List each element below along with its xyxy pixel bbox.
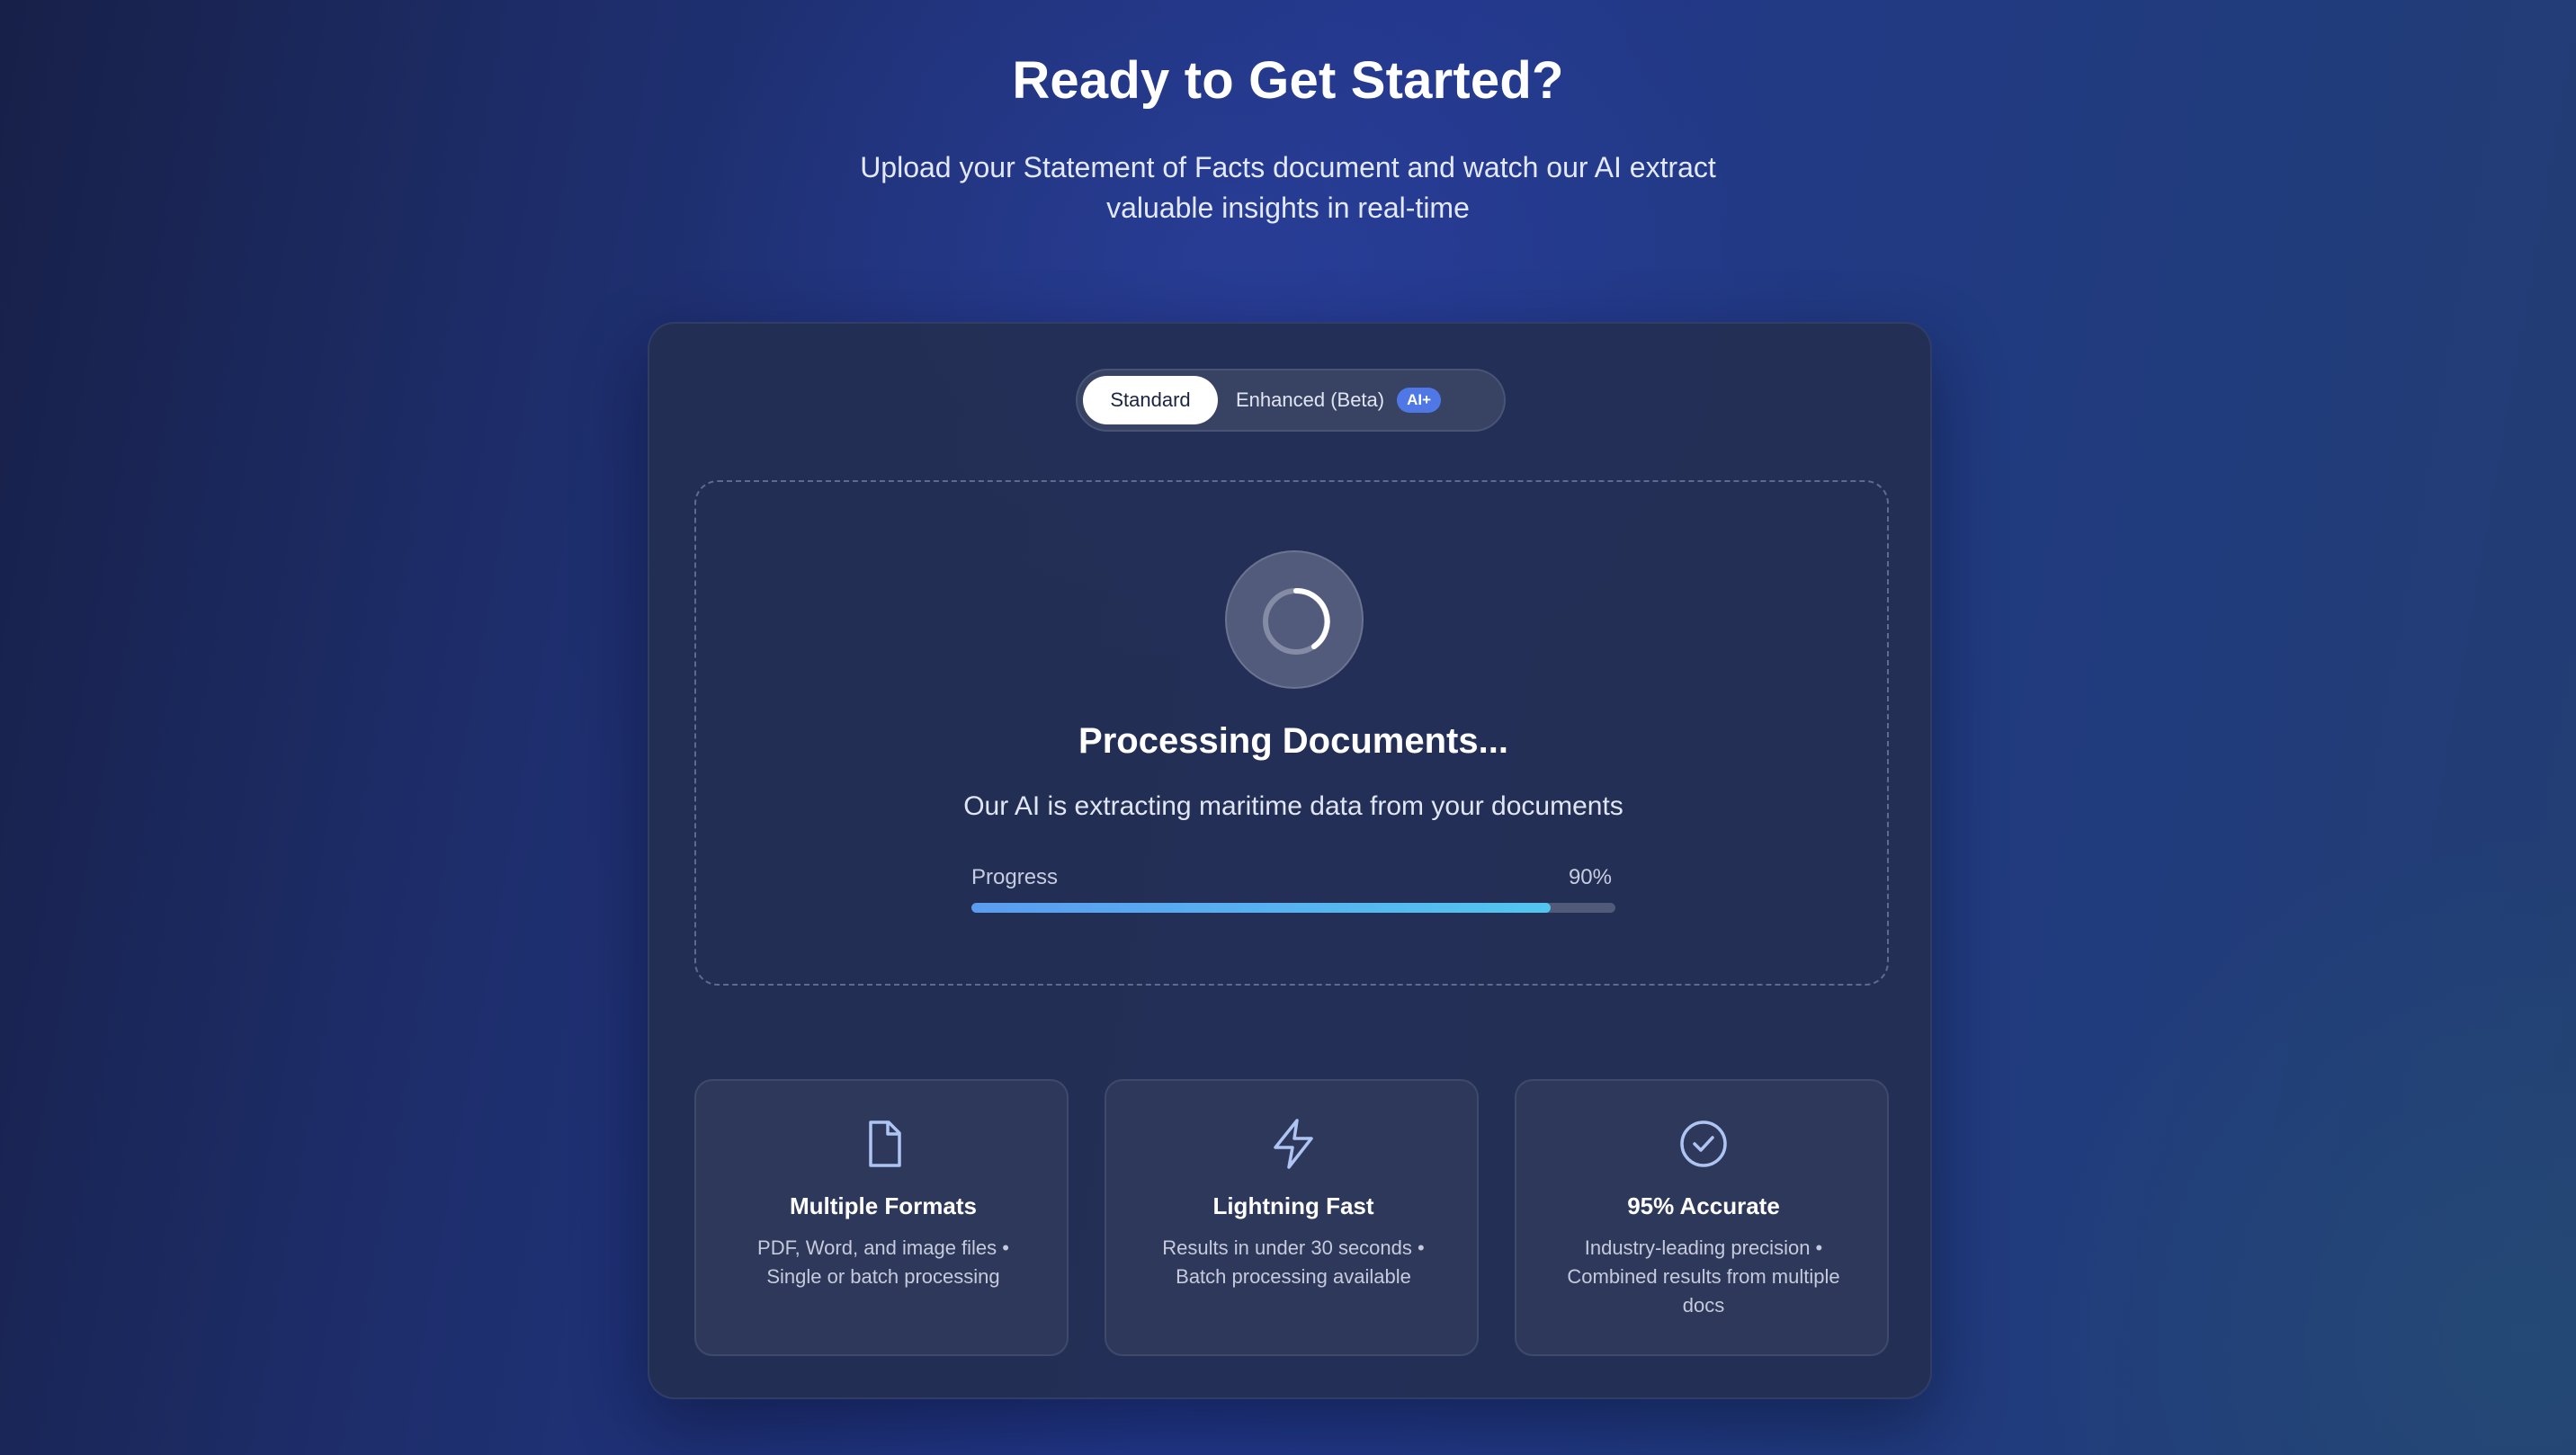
feature-description: Industry-leading precision • Combined re…: [1567, 1236, 1840, 1317]
enhanced-mode-label: Enhanced (Beta): [1236, 388, 1385, 411]
enhanced-mode-button[interactable]: Enhanced (Beta) AI+: [1236, 376, 1497, 424]
feature-title: Multiple Formats: [789, 1192, 977, 1219]
standard-mode-button[interactable]: Standard: [1083, 376, 1218, 424]
spinner-icon: [1263, 587, 1330, 655]
feature-title: Lightning Fast: [1212, 1192, 1374, 1219]
upload-card: Standard Enhanced (Beta) AI+ Processing …: [648, 322, 1932, 1399]
spinner-container: [1225, 550, 1364, 689]
feature-card-formats: Multiple Formats PDF, Word, and image fi…: [694, 1079, 1069, 1356]
progress-percent: 90%: [1568, 865, 1612, 889]
page-subtitle: Upload your Statement of Facts document …: [860, 151, 1716, 224]
progress-label: Progress: [971, 865, 1059, 889]
standard-mode-label: Standard: [1110, 388, 1191, 411]
feature-card-speed: Lightning Fast Results in under 30 secon…: [1105, 1079, 1479, 1356]
processing-title: Processing Documents...: [1078, 721, 1508, 761]
progress-bar: [971, 903, 1615, 913]
mode-toggle: Standard Enhanced (Beta) AI+: [1076, 369, 1506, 432]
progress-bar-fill: [971, 903, 1552, 913]
feature-description: Results in under 30 seconds • Batch proc…: [1162, 1236, 1425, 1288]
feature-title: 95% Accurate: [1627, 1192, 1780, 1219]
lightning-icon: [1274, 1119, 1313, 1169]
feature-description: PDF, Word, and image files • Single or b…: [757, 1236, 1009, 1288]
page-title: Ready to Get Started?: [1012, 51, 1564, 110]
upload-dropzone[interactable]: Processing Documents... Our AI is extrac…: [694, 480, 1889, 986]
check-circle-icon: [1680, 1120, 1727, 1167]
ai-plus-badge: AI+: [1397, 388, 1442, 413]
document-icon: [869, 1120, 901, 1167]
processing-description: Our AI is extracting maritime data from …: [963, 791, 1623, 821]
feature-card-accuracy: 95% Accurate Industry-leading precision …: [1515, 1079, 1889, 1356]
